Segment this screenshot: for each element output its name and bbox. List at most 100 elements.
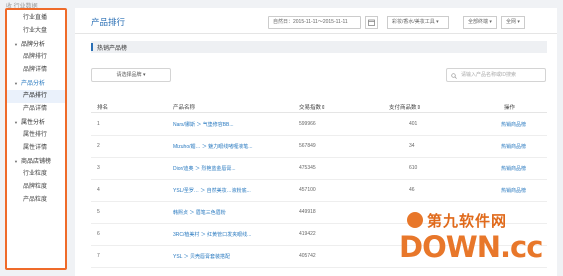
cell-product-link[interactable]: Mizuho/媚… ＞ 魅力眼线啫喱液笔... [173,143,252,150]
sidebar-item-label: 行业直播 [23,15,48,21]
cell-product-link[interactable]: Nars/娜斯 ＞ 气垫修容BB... [173,121,234,128]
section-accent-bar [91,43,93,51]
cell-paid-items: 34 [409,143,415,149]
table-row: 2 Mizuho/媚… ＞ 魅力眼线啫喱液笔... 567849 34 热销商品榜 [91,136,547,158]
section-title: 热销产品榜 [97,46,128,52]
cell-rank: 1 [97,121,100,127]
sidebar-item-label: 商品店铺榜 [20,159,51,165]
caret-down-icon: ▼ [14,159,18,164]
hot-items-link[interactable]: 热销商品榜 [501,143,526,150]
cell-rank: 3 [97,165,100,171]
cell-trade-index: 449918 [299,209,316,215]
cell-product-link[interactable]: 韩熙贞 ＞ 眉笔三色眉粉 [173,209,226,216]
sidebar-item[interactable]: 品牌粒度 [7,181,65,194]
cell-trade-index: 457100 [299,187,316,193]
cell-trade-index: 475345 [299,165,316,171]
cell-trade-index: 567849 [299,143,316,149]
search-icon [451,72,457,84]
caret-down-icon: ▼ [14,120,18,125]
cell-rank: 2 [97,143,100,149]
brand-select-label: 请选择品牌 [116,72,142,78]
sidebar-item-label: 产品详情 [23,106,48,112]
main-panel: 产品排行 自然日：2015-11-11～2015-11-11 彩妆/香水/美妆工… [75,8,557,276]
cell-product-link[interactable]: 3RC/植美村 ＞ 红黄管口发夹眼线... [173,231,251,238]
chevron-down-icon: ▾ [489,19,492,25]
cell-paid-items: 401 [409,121,418,127]
search-input[interactable]: 请输入产品名称或ID搜索 [446,68,546,82]
sidebar-item-label: 行业大盘 [23,28,48,34]
cell-product-link[interactable]: YSL ＞ 贝壳唇膏套装搭配 [173,253,230,260]
caret-down-icon: ▼ [14,81,18,86]
col-operation: 操作 [504,105,516,111]
sidebar-item[interactable]: 产品排行 [7,90,65,103]
cell-product-link[interactable]: YSL/圣罗… ＞ 自然美妆…液粉底... [173,187,251,194]
terminal-select-value: 全部终端 [468,19,489,25]
sidebar-group[interactable]: ▼ 商品店铺榜 [7,155,65,168]
sidebar-item-label: 属性排行 [23,132,48,138]
watermark-bottom-text: DOWN.cc [399,230,543,264]
brand-select-button[interactable]: 请选择品牌 ▾ [91,68,171,82]
col-trade-index[interactable]: 交易指数⇕ [299,103,326,111]
sidebar-item[interactable]: 品牌详情 [7,64,65,77]
col-paid-items[interactable]: 支付商品数⇕ [389,103,421,111]
sidebar-item[interactable]: 属性详情 [7,142,65,155]
sidebar-item[interactable]: 品牌排行 [7,51,65,64]
sidebar-item[interactable]: 产品详情 [7,103,65,116]
sidebar-item-label: 产品分析 [20,81,45,87]
watermark-top-text: 第九软件网 [427,213,508,230]
caret-down-icon: ▼ [14,42,18,47]
cell-trade-index: 405742 [299,253,316,259]
sidebar-item-label: 产品粒度 [23,197,48,203]
chevron-down-icon: ▾ [436,19,439,25]
sidebar-item[interactable]: 行业粒度 [7,168,65,181]
store-select-value: 全网 [506,19,517,25]
top-bar: 产品排行 自然日：2015-11-11～2015-11-11 彩妆/香水/美妆工… [75,8,557,34]
page-title: 产品排行 [91,17,126,27]
sidebar-item-label: 品牌分析 [20,42,45,48]
sidebar-item-label: 品牌详情 [23,67,48,73]
sidebar-item-label: 属性分析 [20,120,45,126]
cell-trade-index: 419422 [299,231,316,237]
sidebar-group[interactable]: ▼ 属性分析 [7,116,65,129]
store-select[interactable]: 全网 ▾ [501,16,525,29]
category-select[interactable]: 彩妆/香水/美妆工具 ▾ [387,16,449,29]
sidebar-group[interactable]: ▼ 产品分析 [7,77,65,90]
cell-rank: 4 [97,187,100,193]
sidebar-item-label: 品牌粒度 [23,184,48,190]
chevron-down-icon: ▾ [517,19,520,25]
search-placeholder: 请输入产品名称或ID搜索 [461,72,517,78]
sidebar-item[interactable]: 属性排行 [7,129,65,142]
table-header: 排名 产品名称 交易指数⇕ 支付商品数⇕ 操作 [91,101,547,113]
sidebar-item-label: 属性详情 [23,145,48,151]
cell-product-link[interactable]: Dior/迪奥 ＞ 烈艳蓝金唇膏... [173,165,236,172]
hot-items-link[interactable]: 热销商品榜 [501,187,526,194]
col-product-name: 产品名称 [173,105,196,111]
category-select-value: 彩妆/香水/美妆工具 [392,19,435,25]
watermark-logo: 第九软件网 DOWN.cc [399,210,549,272]
col-rank: 排名 [97,105,109,111]
chevron-down-icon: ▾ [142,72,146,78]
sidebar-item-label: 行业粒度 [23,171,48,177]
section-header: 热销产品榜 [91,41,547,53]
terminal-select[interactable]: 全部终端 ▾ [463,16,497,29]
calendar-icon[interactable] [365,16,378,29]
sidebar-group[interactable]: ▼ 品牌分析 [7,38,65,51]
hot-items-link[interactable]: 热销商品榜 [501,121,526,128]
table-row: 3 Dior/迪奥 ＞ 烈艳蓝金唇膏... 475345 610 热销商品榜 [91,158,547,180]
sidebar-item-label: 产品排行 [23,93,48,99]
sidebar-item[interactable]: 行业直播 [7,12,65,25]
cell-rank: 5 [97,209,100,215]
sidebar-nav: 行业直播 行业大盘 ▼ 品牌分析 品牌排行 品牌详情 ▼ 产品分析 产品排行 产品详情 ▼ 属性分析属… [5,8,67,270]
cell-rank: 6 [97,231,100,237]
table-row: 1 Nars/娜斯 ＞ 气垫修容BB... 599966 401 热销商品榜 [91,114,547,136]
watermark-emblem-icon [407,212,423,228]
sidebar-item[interactable]: 行业大盘 [7,25,65,38]
date-range-field[interactable]: 自然日：2015-11-11～2015-11-11 [268,16,361,29]
hot-items-link[interactable]: 热销商品榜 [501,165,526,172]
cell-paid-items: 610 [409,165,418,171]
cell-paid-items: 46 [409,187,415,193]
cell-trade-index: 599966 [299,121,316,127]
table-row: 4 YSL/圣罗… ＞ 自然美妆…液粉底... 457100 46 热销商品榜 [91,180,547,202]
sidebar-item[interactable]: 产品粒度 [7,194,65,207]
sidebar-item-label: 品牌排行 [23,54,48,60]
